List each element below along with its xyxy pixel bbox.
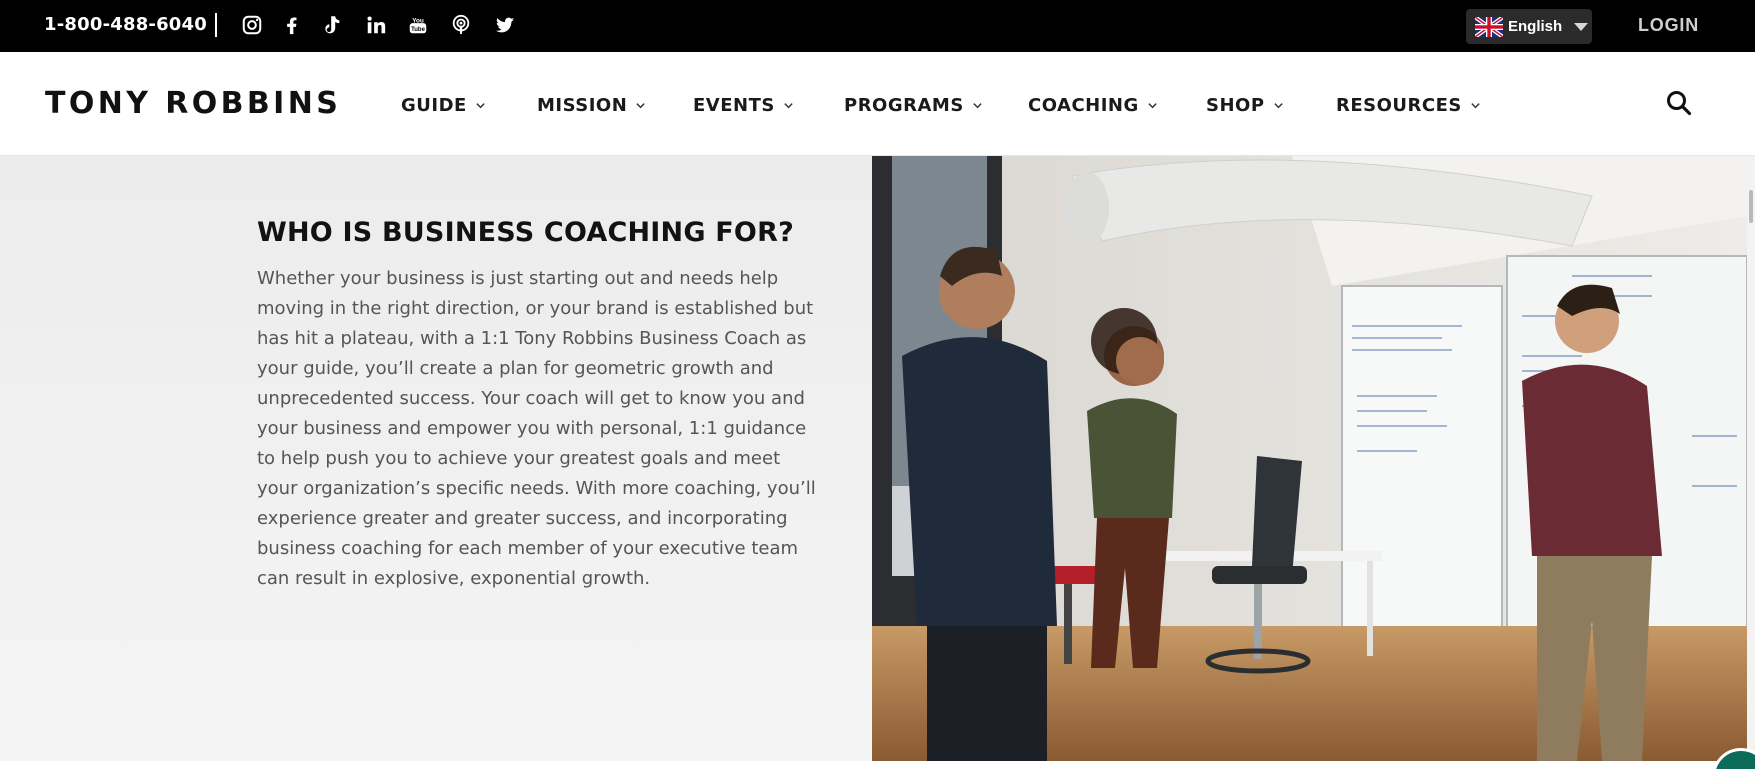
main-navigation: TONY ROBBINS GUIDE MISSION EVENTS PROGRA… (0, 52, 1755, 156)
nav-item-label: EVENTS (693, 94, 775, 116)
phone-number-link[interactable]: 1-800-488-6040 (44, 14, 207, 36)
nav-item-coaching[interactable]: COACHING (1028, 93, 1158, 117)
instagram-icon[interactable] (240, 13, 264, 37)
chevron-down-icon (1471, 102, 1480, 108)
svg-text:Tube: Tube (411, 27, 425, 33)
language-label: English (1508, 18, 1563, 35)
bottom-strip (0, 761, 1755, 769)
nav-item-events[interactable]: EVENTS (693, 93, 794, 117)
nav-item-label: MISSION (537, 94, 628, 116)
chevron-down-icon (1148, 102, 1157, 108)
nav-item-mission[interactable]: MISSION (537, 93, 646, 117)
nav-item-resources[interactable]: RESOURCES (1336, 93, 1481, 117)
chevron-down-icon (973, 102, 982, 108)
uk-flag-icon (1475, 16, 1503, 37)
chevron-down-icon (476, 102, 485, 108)
nav-item-shop[interactable]: SHOP (1206, 93, 1284, 117)
nav-item-programs[interactable]: PROGRAMS (844, 93, 983, 117)
nav-item-label: PROGRAMS (844, 94, 964, 116)
chevron-down-icon (784, 102, 793, 108)
search-button[interactable] (1664, 88, 1694, 118)
facebook-icon[interactable] (280, 13, 304, 37)
login-link[interactable]: LOGIN (1638, 15, 1699, 36)
nav-item-label: COACHING (1028, 94, 1139, 116)
podcast-icon[interactable] (449, 13, 473, 37)
nav-item-guide[interactable]: GUIDE (401, 93, 486, 117)
section-paragraph: Whether your business is just starting o… (257, 268, 816, 589)
brand-logo[interactable]: TONY ROBBINS (45, 86, 341, 122)
section-heading: WHO IS BUSINESS COACHING FOR? (257, 217, 794, 248)
chevron-down-icon (1574, 22, 1589, 31)
nav-item-label: SHOP (1206, 94, 1265, 116)
scrollbar-thumb[interactable] (1749, 190, 1753, 223)
linkedin-icon[interactable] (364, 13, 388, 37)
youtube-icon[interactable]: You Tube (406, 13, 430, 37)
nav-item-label: GUIDE (401, 94, 467, 116)
coaching-team-photo (872, 156, 1747, 761)
top-utility-bar: 1-800-488-6040 You Tube English LOGIN (0, 0, 1755, 52)
twitter-icon[interactable] (493, 13, 517, 37)
tiktok-icon[interactable] (320, 13, 344, 37)
chevron-down-icon (1273, 102, 1283, 108)
nav-item-label: RESOURCES (1336, 94, 1462, 116)
chevron-down-icon (636, 102, 645, 108)
page-scrollbar[interactable] (1747, 156, 1755, 769)
divider (215, 13, 217, 37)
language-selector[interactable]: English (1466, 9, 1592, 44)
search-icon (1667, 91, 1692, 116)
